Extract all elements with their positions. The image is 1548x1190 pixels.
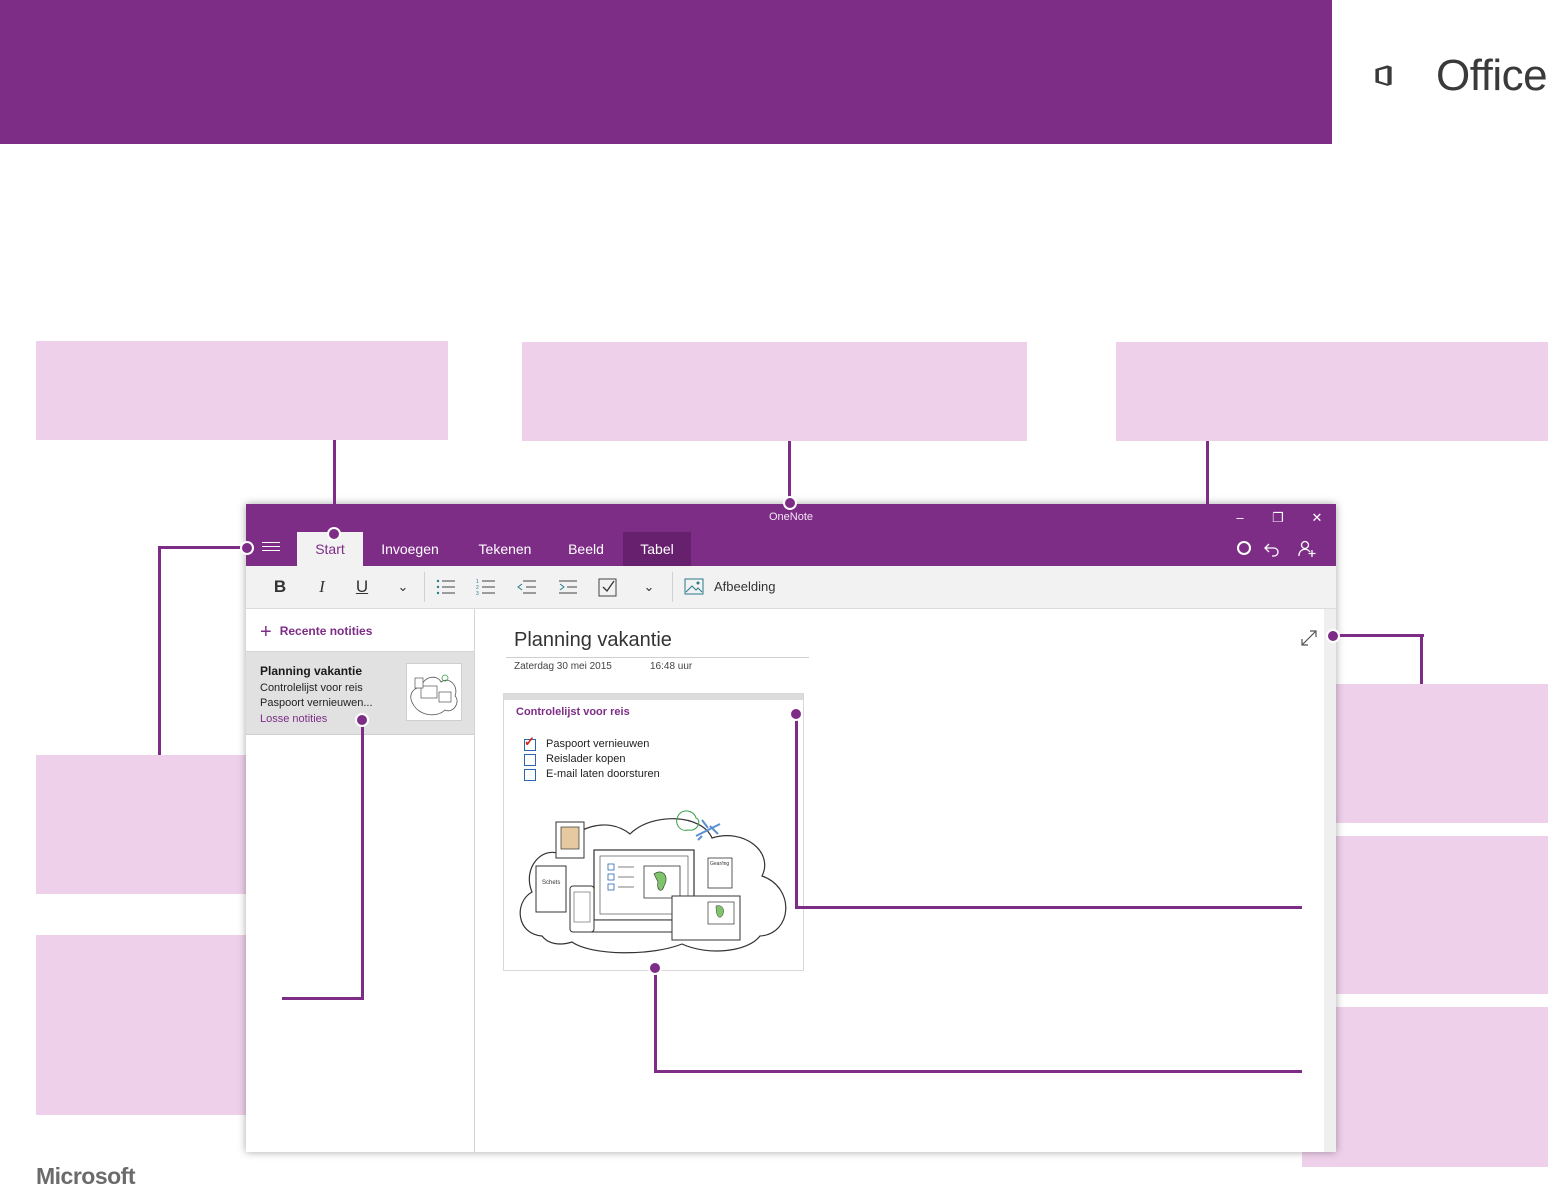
callout-box-ribbon <box>36 341 448 440</box>
numbered-list-icon[interactable]: 123 <box>476 578 496 596</box>
office-logo-icon <box>1375 65 1392 86</box>
more-lists-button[interactable]: ⌄ <box>639 576 659 598</box>
decrease-indent-icon[interactable] <box>517 578 537 596</box>
header-banner <box>0 0 1332 144</box>
connector-dot <box>327 527 341 541</box>
picture-icon[interactable] <box>684 578 704 595</box>
callout-box-fullscreen <box>1302 684 1548 823</box>
connector-line <box>795 906 1302 909</box>
todo-item-label[interactable]: Paspoort vernieuwen <box>546 738 649 750</box>
window-title: OneNote <box>768 511 814 523</box>
sketch-label: Gear/ing <box>710 861 729 867</box>
page-time: 16:48 uur <box>650 661 693 672</box>
tab-tekenen[interactable]: Tekenen <box>471 532 539 566</box>
onenote-window: OneNote – ❐ ✕ Start Invoegen Tekenen Bee… <box>246 504 1336 1152</box>
todo-item-label[interactable]: E-mail laten doorsturen <box>546 768 660 780</box>
connector-line <box>1206 441 1209 549</box>
expand-fullscreen-icon[interactable] <box>1300 629 1318 647</box>
restore-button[interactable]: ❐ <box>1264 509 1292 527</box>
undo-icon[interactable] <box>1264 541 1280 557</box>
close-button[interactable]: ✕ <box>1303 509 1331 527</box>
connector-line <box>282 997 364 1000</box>
connector-line <box>158 546 161 755</box>
note-container[interactable]: Controlelijst voor reis ✓ Paspoort verni… <box>503 693 804 971</box>
page-item-title: Planning vakantie <box>260 664 363 678</box>
share-person-icon[interactable] <box>1298 540 1316 558</box>
bold-button[interactable]: B <box>270 576 290 598</box>
todo-checkbox-icon[interactable] <box>598 577 618 597</box>
page-title-underline <box>506 657 809 658</box>
connector-dot <box>789 707 803 721</box>
note-container-handle[interactable] <box>504 694 803 700</box>
connector-dot <box>240 541 254 555</box>
callout-box-canvas <box>1302 1007 1548 1167</box>
connector-line <box>361 720 364 1000</box>
tab-invoegen[interactable]: Invoegen <box>374 532 446 566</box>
todo-checkbox[interactable]: ✓ <box>524 734 536 751</box>
todo-checkbox[interactable] <box>524 769 536 781</box>
connector-line <box>1334 634 1424 637</box>
page-item-section: Losse notities <box>260 713 328 725</box>
sketch-label: Schets <box>542 880 560 886</box>
page-thumbnail <box>406 663 462 721</box>
connector-dot <box>1326 629 1340 643</box>
office-wordmark: Office <box>1436 51 1548 100</box>
page-title[interactable]: Planning vakantie <box>514 629 672 652</box>
callout-box-title <box>522 342 1027 441</box>
connector-line <box>333 440 336 534</box>
svg-text:3: 3 <box>476 591 479 596</box>
checkmark-icon: ✓ <box>524 734 535 749</box>
todo-checkbox[interactable] <box>524 754 536 766</box>
connector-line <box>788 441 791 502</box>
connector-line <box>158 546 246 549</box>
plus-icon: + <box>260 621 272 643</box>
page-date: Zaterdag 30 mei 2015 <box>514 661 612 672</box>
connector-line <box>654 1070 1302 1073</box>
devices-cloud-sketch[interactable]: Schets Gear/ing <box>512 806 796 956</box>
ribbon-separator <box>424 572 425 602</box>
tab-tabel[interactable]: Tabel <box>623 532 691 566</box>
recent-notes-label: Recente notities <box>279 624 373 638</box>
page-item-preview-line: Paspoort vernieuwen... <box>260 697 373 709</box>
minimize-button[interactable]: – <box>1226 509 1254 527</box>
tab-beeld[interactable]: Beeld <box>558 532 614 566</box>
increase-indent-icon[interactable] <box>558 578 578 596</box>
connector-dot <box>648 961 662 975</box>
todo-item-label[interactable]: Reislader kopen <box>546 753 626 765</box>
connector-line <box>795 714 798 909</box>
connector-dot <box>355 713 369 727</box>
connector-dot <box>1237 541 1251 555</box>
ribbon-toolbar: B I U ⌄ 123 ⌄ Afbeelding <box>246 566 1336 609</box>
page-item-preview-line: Controlelijst voor reis <box>260 682 363 694</box>
ribbon-separator <box>672 572 673 602</box>
vertical-scrollbar[interactable] <box>1324 609 1336 1152</box>
connector-line <box>654 968 657 1073</box>
italic-button[interactable]: I <box>312 576 332 598</box>
title-bar: OneNote – ❐ ✕ Start Invoegen Tekenen Bee… <box>246 504 1336 566</box>
callout-box-share <box>1116 342 1548 441</box>
note-title[interactable]: Controlelijst voor reis <box>516 706 630 718</box>
more-formatting-button[interactable]: ⌄ <box>393 576 413 598</box>
microsoft-logo-text: Microsoft <box>36 1163 136 1189</box>
hamburger-menu-icon[interactable] <box>262 542 280 554</box>
underline-button[interactable]: U <box>352 576 372 598</box>
recent-notes-button[interactable]: + Recente notities <box>260 621 372 644</box>
picture-button[interactable]: Afbeelding <box>714 576 775 598</box>
connector-line <box>1420 634 1423 684</box>
bulleted-list-icon[interactable] <box>436 578 456 596</box>
connector-dot <box>783 496 797 510</box>
callout-box-notecontainer <box>1302 836 1548 994</box>
